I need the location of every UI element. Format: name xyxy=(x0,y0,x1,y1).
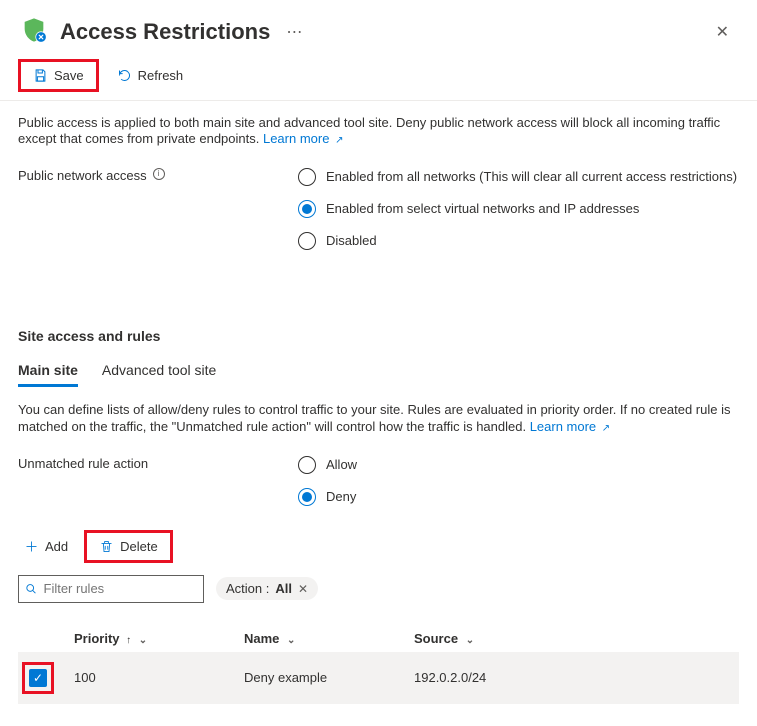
section-site-rules-title: Site access and rules xyxy=(18,328,739,344)
filter-searchbox[interactable] xyxy=(18,575,204,603)
chevron-down-icon: ⌄ xyxy=(139,635,147,646)
panel-header: Access Restrictions ⋯ ✕ xyxy=(0,0,757,55)
rules-learn-more-link[interactable]: Learn more ↗ xyxy=(530,419,611,434)
public-access-row: Public network access i Enabled from all… xyxy=(18,168,739,250)
highlight-save: Save xyxy=(18,59,99,92)
more-menu-button[interactable]: ⋯ xyxy=(282,18,307,46)
external-link-icon: ↗ xyxy=(602,423,610,434)
sort-asc-icon: ↑ xyxy=(126,635,131,646)
add-button-label: Add xyxy=(45,539,68,554)
radio-allow[interactable]: Allow xyxy=(298,456,357,474)
highlight-delete: Delete xyxy=(84,530,173,563)
rules-description-body: You can define lists of allow/deny rules… xyxy=(18,402,731,434)
delete-button-label: Delete xyxy=(120,539,158,554)
unmatched-rule-row: Unmatched rule action Allow Deny xyxy=(18,456,739,506)
refresh-button-label: Refresh xyxy=(138,68,184,83)
site-tabs: Main site Advanced tool site xyxy=(18,362,739,388)
refresh-button[interactable]: Refresh xyxy=(111,64,190,87)
row-checkbox[interactable]: ✓ xyxy=(29,669,47,687)
table-toolbar: Add Delete xyxy=(18,530,739,563)
description-body: Public access is applied to both main si… xyxy=(18,115,720,146)
tab-main-site[interactable]: Main site xyxy=(18,362,78,387)
col-source[interactable]: Source ⌄ xyxy=(414,631,739,646)
grid-header: Priority ↑ ⌄ Name ⌄ Source ⌄ xyxy=(18,625,739,652)
cell-priority: 100 xyxy=(74,670,244,685)
radio-select-networks[interactable]: Enabled from select virtual networks and… xyxy=(298,200,737,218)
rules-description: You can define lists of allow/deny rules… xyxy=(18,402,739,436)
page-title: Access Restrictions xyxy=(60,19,270,45)
content-area: Public access is applied to both main si… xyxy=(0,101,757,704)
learn-more-link[interactable]: Learn more ↗ xyxy=(263,131,344,146)
public-access-label: Public network access xyxy=(18,168,147,183)
add-button[interactable]: Add xyxy=(18,535,74,558)
tab-advanced-tool-site[interactable]: Advanced tool site xyxy=(102,362,216,387)
filter-pill-action[interactable]: Action : All ✕ xyxy=(216,577,318,600)
search-icon xyxy=(25,582,38,596)
table-row[interactable]: ✓ 100 Deny example 192.0.2.0/24 xyxy=(18,652,739,704)
command-bar: Save Refresh xyxy=(0,55,757,101)
remove-filter-icon[interactable]: ✕ xyxy=(298,582,308,596)
col-priority[interactable]: Priority ↑ ⌄ xyxy=(74,631,244,646)
chevron-down-icon: ⌄ xyxy=(287,635,295,646)
unmatched-radio-group: Allow Deny xyxy=(298,456,357,506)
cell-name: Deny example xyxy=(244,670,414,685)
info-icon[interactable]: i xyxy=(153,168,165,180)
delete-button[interactable]: Delete xyxy=(93,535,164,558)
close-button[interactable]: ✕ xyxy=(708,18,737,46)
col-name[interactable]: Name ⌄ xyxy=(244,631,414,646)
external-link-icon: ↗ xyxy=(335,135,343,146)
save-button-label: Save xyxy=(54,68,84,83)
cell-source: 192.0.2.0/24 xyxy=(414,670,739,685)
shield-icon xyxy=(20,16,48,47)
public-access-radio-group: Enabled from all networks (This will cle… xyxy=(298,168,737,250)
description-text: Public access is applied to both main si… xyxy=(18,115,739,148)
highlight-checkbox: ✓ xyxy=(22,662,54,694)
radio-deny[interactable]: Deny xyxy=(298,488,357,506)
radio-disabled[interactable]: Disabled xyxy=(298,232,737,250)
filter-row: Action : All ✕ xyxy=(18,575,739,603)
rules-grid: Priority ↑ ⌄ Name ⌄ Source ⌄ ✓ 100 Deny … xyxy=(18,625,739,704)
unmatched-rule-label: Unmatched rule action xyxy=(18,456,148,471)
chevron-down-icon: ⌄ xyxy=(466,635,474,646)
save-button[interactable]: Save xyxy=(27,64,90,87)
radio-all-networks[interactable]: Enabled from all networks (This will cle… xyxy=(298,168,737,186)
filter-input[interactable] xyxy=(44,581,198,596)
